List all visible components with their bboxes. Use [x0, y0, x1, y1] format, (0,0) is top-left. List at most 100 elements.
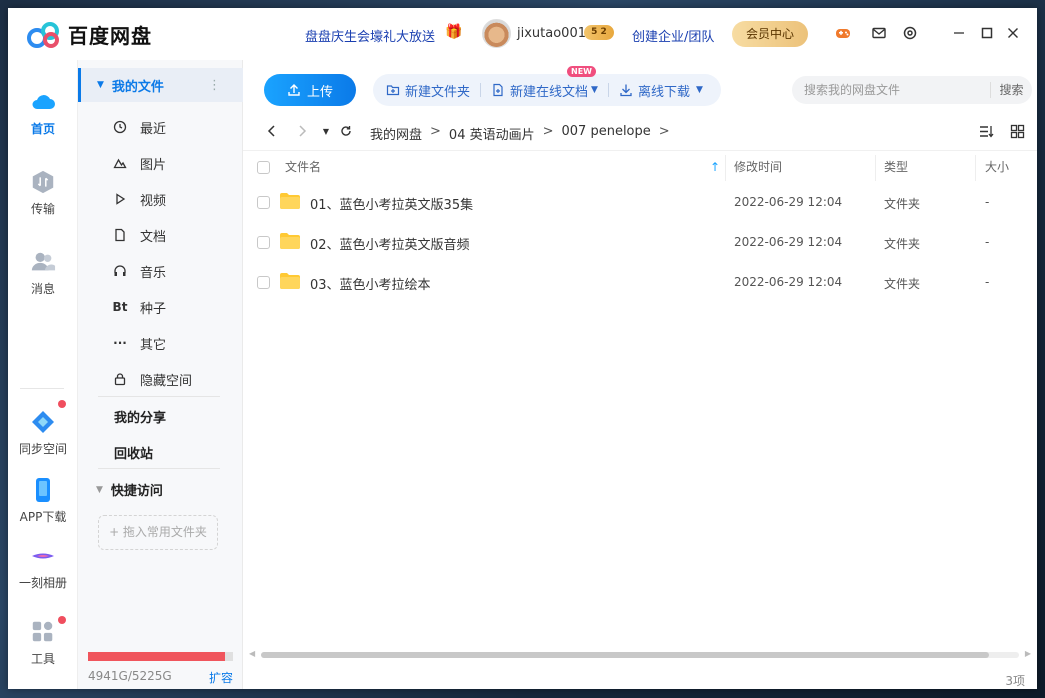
breadcrumb-separator: > [542, 124, 554, 139]
minimize-icon[interactable] [950, 24, 968, 42]
view-controls [963, 124, 1025, 139]
new-folder-icon [386, 85, 400, 96]
rail-app-download[interactable]: APP下载 [8, 476, 78, 525]
horizontal-scrollbar[interactable]: ◀ ▶ [249, 649, 1031, 659]
sidebar-item-label: 种子 [140, 301, 167, 317]
sort-list-icon[interactable] [979, 124, 994, 139]
sidebar-item-hidden-space[interactable]: 隐藏空间 [112, 369, 192, 389]
storage-quota-bar [88, 652, 233, 661]
new-online-doc-button[interactable]: 新建在线文档 ▼ NEW [491, 65, 598, 100]
chevron-down-icon[interactable]: ▼ [696, 85, 703, 95]
username[interactable]: jixutao001 [517, 26, 586, 41]
action-toolbar: 新建文件夹 新建在线文档 ▼ NEW 离线下载 ▼ [373, 65, 721, 106]
download-icon [620, 84, 632, 97]
bt-icon: Bt [112, 300, 128, 314]
phone-icon [29, 476, 57, 504]
rail-messages-label: 消息 [30, 282, 55, 296]
sidebar-quick-access[interactable]: ▼ 快捷访问 [96, 480, 163, 499]
back-arrow-icon[interactable] [263, 122, 281, 140]
scroll-right-arrow-icon[interactable]: ▶ [1025, 649, 1031, 658]
quick-access-label: 快捷访问 [110, 484, 163, 499]
app-logo[interactable]: 百度网盘 [26, 20, 152, 49]
rail-album[interactable]: 一刻相册 [8, 542, 78, 591]
play-icon [112, 192, 128, 206]
breadcrumb-item[interactable]: 04 英语动画片 [449, 124, 535, 143]
forward-arrow-icon[interactable] [293, 122, 311, 140]
scroll-left-arrow-icon[interactable]: ◀ [249, 649, 255, 658]
sort-ascending-icon[interactable]: ↑ [710, 151, 720, 183]
toolbar-divider [480, 83, 482, 97]
close-icon[interactable] [1004, 24, 1022, 42]
settings-gear-icon[interactable] [901, 24, 919, 42]
avatar[interactable] [482, 19, 511, 48]
folder-icon [280, 193, 300, 209]
rail-home[interactable]: 首页 [8, 88, 78, 137]
history-dropdown-icon[interactable]: ▼ [317, 122, 335, 140]
breadcrumb-item[interactable]: 007 penelope [562, 124, 651, 143]
new-online-doc-label: 新建在线文档 [510, 84, 589, 100]
drop-common-folder-zone[interactable]: + 拖入常用文件夹 [98, 515, 218, 550]
column-divider [875, 155, 876, 181]
column-header-type[interactable]: 类型 [884, 151, 908, 183]
table-row[interactable]: 02、蓝色小考拉英文版音频 2022-06-29 12:04 文件夹 - [243, 222, 1037, 262]
sidebar-item-recent[interactable]: 最近 [112, 117, 166, 137]
more-icon: ··· [113, 336, 127, 350]
sidebar-item-images[interactable]: 图片 [112, 153, 166, 173]
gift-icon[interactable]: 🎁 [445, 24, 462, 40]
more-vertical-icon[interactable]: ⋮ [208, 78, 221, 93]
sidebar-item-music[interactable]: 音乐 [112, 261, 166, 281]
column-header-name[interactable]: 文件名 [285, 151, 321, 183]
transfer-icon [29, 168, 57, 196]
chevron-down-icon[interactable]: ▼ [591, 85, 598, 95]
maximize-icon[interactable] [978, 24, 996, 42]
vip-level-badge: 5 2 [584, 25, 614, 40]
vip-center-button[interactable]: 会员中心 [732, 21, 808, 47]
select-all-checkbox[interactable] [257, 161, 270, 174]
breadcrumb: 我的网盘 > 04 英语动画片 > 007 penelope > [370, 124, 678, 143]
sidebar-item-label: 文档 [140, 229, 167, 245]
sidebar-item-torrents[interactable]: Bt 种子 [112, 297, 166, 317]
row-checkbox[interactable] [257, 196, 270, 209]
sidebar-item-documents[interactable]: 文档 [112, 225, 166, 245]
grid-view-icon[interactable] [1010, 124, 1025, 139]
promo-link[interactable]: 盘盘庆生会壕礼大放送 [305, 26, 435, 45]
file-size: - [985, 275, 990, 289]
sidebar-item-recycle-bin[interactable]: 回收站 [114, 443, 153, 462]
sidebar-my-files[interactable]: ▼ 我的文件 ⋮ [78, 68, 243, 102]
row-checkbox[interactable] [257, 236, 270, 249]
collapse-triangle-icon[interactable]: ▼ [96, 485, 103, 495]
collapse-triangle-icon[interactable]: ▼ [97, 80, 104, 90]
file-name[interactable]: 01、蓝色小考拉英文版35集 [310, 194, 473, 213]
search-input[interactable] [792, 83, 982, 97]
rail-transfer[interactable]: 传输 [8, 168, 78, 217]
breadcrumb-item[interactable]: 我的网盘 [370, 124, 422, 143]
offline-download-button[interactable]: 离线下载 ▼ [619, 81, 703, 100]
file-name[interactable]: 03、蓝色小考拉绘本 [310, 274, 431, 293]
file-name[interactable]: 02、蓝色小考拉英文版音频 [310, 234, 470, 253]
rail-sync-space[interactable]: 同步空间 [8, 400, 78, 457]
new-doc-icon [493, 83, 503, 97]
rail-sync-label: 同步空间 [18, 442, 67, 456]
search-button[interactable]: 搜索 [990, 82, 1032, 98]
scrollbar-thumb[interactable] [261, 652, 989, 658]
row-checkbox[interactable] [257, 276, 270, 289]
upload-button[interactable]: 上传 [264, 74, 356, 106]
sidebar-item-label: 视频 [140, 193, 167, 209]
game-icon[interactable] [834, 24, 852, 42]
new-folder-button[interactable]: 新建文件夹 [386, 81, 470, 100]
sidebar-item-videos[interactable]: 视频 [112, 189, 166, 209]
sidebar-item-others[interactable]: ··· 其它 [112, 333, 166, 353]
create-enterprise-link[interactable]: 创建企业/团队 [632, 26, 714, 45]
column-header-modified[interactable]: 修改时间 [734, 151, 782, 183]
column-header-size[interactable]: 大小 [985, 151, 1009, 183]
rail-messages[interactable]: 消息 [8, 248, 78, 297]
mail-icon[interactable] [870, 24, 888, 42]
rail-tools[interactable]: 工具 [8, 616, 78, 667]
search-box: 搜索 [792, 76, 1032, 104]
table-row[interactable]: 01、蓝色小考拉英文版35集 2022-06-29 12:04 文件夹 - [243, 182, 1037, 222]
refresh-icon[interactable] [337, 122, 355, 140]
table-row[interactable]: 03、蓝色小考拉绘本 2022-06-29 12:04 文件夹 - [243, 262, 1037, 302]
file-modified: 2022-06-29 12:04 [734, 235, 843, 249]
sidebar-item-my-share[interactable]: 我的分享 [114, 407, 166, 426]
expand-storage-link[interactable]: 扩容 [209, 669, 233, 686]
